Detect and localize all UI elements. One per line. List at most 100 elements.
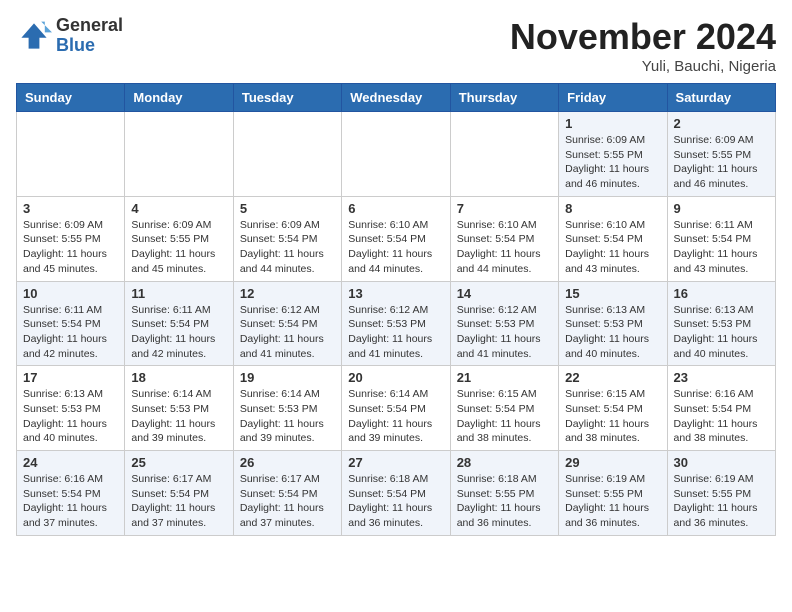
calendar-cell: 5 Sunrise: 6:09 AM Sunset: 5:54 PM Daylig… bbox=[233, 196, 341, 281]
cell-info: Sunrise: 6:15 AM Sunset: 5:54 PM Dayligh… bbox=[457, 387, 552, 446]
calendar-cell: 27Sunrise: 6:18 AM Sunset: 5:54 PM Dayli… bbox=[342, 451, 450, 536]
page-header: General Blue November 2024 Yuli, Bauchi,… bbox=[16, 16, 776, 75]
calendar-cell: 21 Sunrise: 6:15 AM Sunset: 5:54 PM Dayli… bbox=[450, 366, 558, 451]
weekday-header-friday: Friday bbox=[559, 84, 667, 112]
cell-info: Sunrise: 6:12 AM Sunset: 5:53 PM Dayligh… bbox=[457, 303, 552, 362]
day-number: 25 bbox=[131, 455, 226, 470]
logo: General Blue bbox=[16, 16, 123, 56]
calendar-cell: 1 Sunrise: 6:09 AM Sunset: 5:55 PM Daylig… bbox=[559, 112, 667, 197]
weekday-header-saturday: Saturday bbox=[667, 84, 775, 112]
day-number: 11 bbox=[131, 286, 226, 301]
day-number: 17 bbox=[23, 370, 118, 385]
day-number: 2 bbox=[674, 116, 769, 131]
day-number: 15 bbox=[565, 286, 660, 301]
day-number: 30 bbox=[674, 455, 769, 470]
weekday-header-thursday: Thursday bbox=[450, 84, 558, 112]
calendar-week-row: 3 Sunrise: 6:09 AM Sunset: 5:55 PM Daylig… bbox=[17, 196, 776, 281]
calendar-cell: 25Sunrise: 6:17 AM Sunset: 5:54 PM Dayli… bbox=[125, 451, 233, 536]
cell-info: Sunrise: 6:18 AM Sunset: 5:54 PM Dayligh… bbox=[348, 472, 443, 531]
calendar-cell: 29Sunrise: 6:19 AM Sunset: 5:55 PM Dayli… bbox=[559, 451, 667, 536]
calendar-cell bbox=[233, 112, 341, 197]
cell-info: Sunrise: 6:09 AM Sunset: 5:55 PM Dayligh… bbox=[23, 218, 118, 277]
cell-info: Sunrise: 6:13 AM Sunset: 5:53 PM Dayligh… bbox=[23, 387, 118, 446]
calendar-cell: 28 Sunrise: 6:18 AM Sunset: 5:55 PM Dayli… bbox=[450, 451, 558, 536]
logo-general: General bbox=[56, 16, 123, 36]
calendar-cell: 19 Sunrise: 6:14 AM Sunset: 5:53 PM Dayli… bbox=[233, 366, 341, 451]
day-number: 26 bbox=[240, 455, 335, 470]
calendar-cell: 26 Sunrise: 6:17 AM Sunset: 5:54 PM Dayli… bbox=[233, 451, 341, 536]
cell-info: Sunrise: 6:13 AM Sunset: 5:53 PM Dayligh… bbox=[674, 303, 769, 362]
cell-info: Sunrise: 6:19 AM Sunset: 5:55 PM Dayligh… bbox=[674, 472, 769, 531]
calendar-cell: 2 Sunrise: 6:09 AM Sunset: 5:55 PM Daylig… bbox=[667, 112, 775, 197]
day-number: 10 bbox=[23, 286, 118, 301]
cell-info: Sunrise: 6:14 AM Sunset: 5:53 PM Dayligh… bbox=[131, 387, 226, 446]
day-number: 6 bbox=[348, 201, 443, 216]
cell-info: Sunrise: 6:09 AM Sunset: 5:55 PM Dayligh… bbox=[674, 133, 769, 192]
day-number: 24 bbox=[23, 455, 118, 470]
logo-text: General Blue bbox=[56, 16, 123, 56]
calendar-cell: 15Sunrise: 6:13 AM Sunset: 5:53 PM Dayli… bbox=[559, 281, 667, 366]
cell-info: Sunrise: 6:09 AM Sunset: 5:55 PM Dayligh… bbox=[565, 133, 660, 192]
day-number: 16 bbox=[674, 286, 769, 301]
calendar-cell: 12 Sunrise: 6:12 AM Sunset: 5:54 PM Dayli… bbox=[233, 281, 341, 366]
weekday-header-sunday: Sunday bbox=[17, 84, 125, 112]
calendar-cell: 13Sunrise: 6:12 AM Sunset: 5:53 PM Dayli… bbox=[342, 281, 450, 366]
cell-info: Sunrise: 6:19 AM Sunset: 5:55 PM Dayligh… bbox=[565, 472, 660, 531]
cell-info: Sunrise: 6:14 AM Sunset: 5:53 PM Dayligh… bbox=[240, 387, 335, 446]
cell-info: Sunrise: 6:09 AM Sunset: 5:54 PM Dayligh… bbox=[240, 218, 335, 277]
calendar-cell bbox=[17, 112, 125, 197]
calendar-cell: 9 Sunrise: 6:11 AM Sunset: 5:54 PM Daylig… bbox=[667, 196, 775, 281]
calendar-cell: 22 Sunrise: 6:15 AM Sunset: 5:54 PM Dayli… bbox=[559, 366, 667, 451]
day-number: 5 bbox=[240, 201, 335, 216]
title-section: November 2024 Yuli, Bauchi, Nigeria bbox=[510, 16, 776, 75]
logo-blue: Blue bbox=[56, 36, 123, 56]
cell-info: Sunrise: 6:11 AM Sunset: 5:54 PM Dayligh… bbox=[674, 218, 769, 277]
day-number: 23 bbox=[674, 370, 769, 385]
calendar-cell: 14Sunrise: 6:12 AM Sunset: 5:53 PM Dayli… bbox=[450, 281, 558, 366]
cell-info: Sunrise: 6:09 AM Sunset: 5:55 PM Dayligh… bbox=[131, 218, 226, 277]
cell-info: Sunrise: 6:16 AM Sunset: 5:54 PM Dayligh… bbox=[674, 387, 769, 446]
calendar-week-row: 24 Sunrise: 6:16 AM Sunset: 5:54 PM Dayli… bbox=[17, 451, 776, 536]
day-number: 12 bbox=[240, 286, 335, 301]
calendar-cell: 11 Sunrise: 6:11 AM Sunset: 5:54 PM Dayli… bbox=[125, 281, 233, 366]
cell-info: Sunrise: 6:10 AM Sunset: 5:54 PM Dayligh… bbox=[457, 218, 552, 277]
calendar-cell: 10 Sunrise: 6:11 AM Sunset: 5:54 PM Dayli… bbox=[17, 281, 125, 366]
cell-info: Sunrise: 6:10 AM Sunset: 5:54 PM Dayligh… bbox=[348, 218, 443, 277]
weekday-header-row: SundayMondayTuesdayWednesdayThursdayFrid… bbox=[17, 84, 776, 112]
day-number: 1 bbox=[565, 116, 660, 131]
day-number: 19 bbox=[240, 370, 335, 385]
calendar-cell: 4Sunrise: 6:09 AM Sunset: 5:55 PM Daylig… bbox=[125, 196, 233, 281]
calendar-cell: 16 Sunrise: 6:13 AM Sunset: 5:53 PM Dayli… bbox=[667, 281, 775, 366]
day-number: 20 bbox=[348, 370, 443, 385]
day-number: 9 bbox=[674, 201, 769, 216]
day-number: 18 bbox=[131, 370, 226, 385]
weekday-header-wednesday: Wednesday bbox=[342, 84, 450, 112]
cell-info: Sunrise: 6:11 AM Sunset: 5:54 PM Dayligh… bbox=[23, 303, 118, 362]
calendar-week-row: 1 Sunrise: 6:09 AM Sunset: 5:55 PM Daylig… bbox=[17, 112, 776, 197]
calendar-cell bbox=[450, 112, 558, 197]
calendar-cell: 3 Sunrise: 6:09 AM Sunset: 5:55 PM Daylig… bbox=[17, 196, 125, 281]
calendar-cell: 30 Sunrise: 6:19 AM Sunset: 5:55 PM Dayli… bbox=[667, 451, 775, 536]
logo-icon bbox=[16, 18, 52, 54]
location: Yuli, Bauchi, Nigeria bbox=[510, 58, 776, 75]
day-number: 28 bbox=[457, 455, 552, 470]
cell-info: Sunrise: 6:18 AM Sunset: 5:55 PM Dayligh… bbox=[457, 472, 552, 531]
day-number: 22 bbox=[565, 370, 660, 385]
calendar-cell: 17 Sunrise: 6:13 AM Sunset: 5:53 PM Dayli… bbox=[17, 366, 125, 451]
cell-info: Sunrise: 6:10 AM Sunset: 5:54 PM Dayligh… bbox=[565, 218, 660, 277]
day-number: 7 bbox=[457, 201, 552, 216]
cell-info: Sunrise: 6:14 AM Sunset: 5:54 PM Dayligh… bbox=[348, 387, 443, 446]
cell-info: Sunrise: 6:17 AM Sunset: 5:54 PM Dayligh… bbox=[240, 472, 335, 531]
calendar-cell: 23 Sunrise: 6:16 AM Sunset: 5:54 PM Dayli… bbox=[667, 366, 775, 451]
cell-info: Sunrise: 6:12 AM Sunset: 5:54 PM Dayligh… bbox=[240, 303, 335, 362]
cell-info: Sunrise: 6:15 AM Sunset: 5:54 PM Dayligh… bbox=[565, 387, 660, 446]
cell-info: Sunrise: 6:16 AM Sunset: 5:54 PM Dayligh… bbox=[23, 472, 118, 531]
calendar-cell: 18 Sunrise: 6:14 AM Sunset: 5:53 PM Dayli… bbox=[125, 366, 233, 451]
calendar-cell: 7 Sunrise: 6:10 AM Sunset: 5:54 PM Daylig… bbox=[450, 196, 558, 281]
day-number: 3 bbox=[23, 201, 118, 216]
calendar-cell bbox=[125, 112, 233, 197]
calendar-cell: 8Sunrise: 6:10 AM Sunset: 5:54 PM Daylig… bbox=[559, 196, 667, 281]
day-number: 21 bbox=[457, 370, 552, 385]
calendar-week-row: 10 Sunrise: 6:11 AM Sunset: 5:54 PM Dayli… bbox=[17, 281, 776, 366]
cell-info: Sunrise: 6:11 AM Sunset: 5:54 PM Dayligh… bbox=[131, 303, 226, 362]
